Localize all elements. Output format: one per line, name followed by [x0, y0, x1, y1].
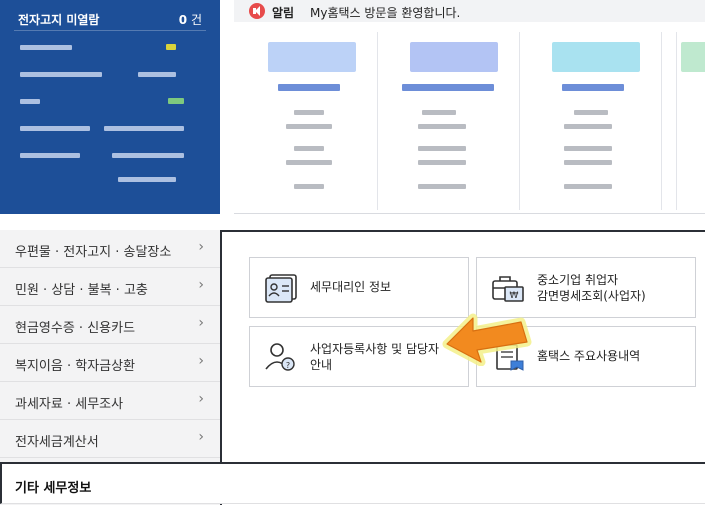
summary-row[interactable] [18, 146, 202, 166]
tile-label: 사업자등록사항 및 담당자 안내 [310, 342, 440, 372]
status-card[interactable] [392, 32, 520, 210]
summary-row[interactable] [18, 92, 202, 112]
status-card[interactable] [250, 32, 378, 210]
notice-bar: 알림 My홈택스 방문을 환영합니다. [234, 0, 705, 22]
menu-item-cash-receipt[interactable]: 현금영수증 · 신용카드 › [0, 306, 220, 344]
unread-notice-count: 0 건 [178, 13, 202, 27]
status-cards [234, 22, 705, 214]
unread-notice-label: 전자고지 미열람 [18, 13, 100, 27]
briefcase-document-icon: ₩ [492, 276, 524, 302]
status-card[interactable] [534, 32, 662, 210]
chevron-right-icon: › [198, 239, 204, 255]
chevron-right-icon: › [198, 391, 204, 407]
menu-item-civil-affairs[interactable]: 민원 · 상담 · 불복 · 고충 › [0, 268, 220, 306]
menu-item-label: 민원 · 상담 · 불복 · 고충 [15, 283, 148, 298]
menu-item-label: 복지이음 · 학자금상환 [15, 359, 136, 374]
menu-item-label: 전자세금계산서 [15, 435, 99, 450]
menu-item-label: 과세자료 · 세무조사 [15, 397, 124, 412]
divider [14, 30, 206, 31]
svg-text:₩: ₩ [510, 291, 519, 301]
tile-label: 세무대리인 정보 [310, 280, 392, 294]
summary-row[interactable] [18, 119, 202, 139]
tile-label: 홈택스 주요사용내역 [537, 349, 641, 363]
id-card-icon [265, 274, 297, 303]
menu-item-label: 기타 세무정보 [15, 481, 92, 496]
menu-item-other-tax-info[interactable]: 기타 세무정보 [0, 462, 705, 504]
page: 전자고지 미열람 0 건 알림 My홈택스 방문을 환영합니다. 우편물 · 전… [0, 0, 705, 505]
highlight-arrow-icon [442, 313, 532, 366]
summary-link[interactable] [18, 170, 202, 190]
tile-label: 중소기업 취업자 감면명세조회(사업자) [537, 273, 646, 303]
summary-row[interactable] [18, 38, 202, 58]
chevron-right-icon: › [198, 429, 204, 445]
speaker-icon [249, 3, 265, 19]
menu-item-label: 우편물 · 전자고지 · 송달장소 [15, 245, 172, 260]
menu-item-mail-notice[interactable]: 우편물 · 전자고지 · 송달장소 › [0, 230, 220, 268]
unread-notice-row[interactable]: 전자고지 미열람 0 건 [18, 8, 202, 28]
summary-panel: 전자고지 미열람 0 건 [0, 0, 220, 214]
person-question-icon: ? [265, 343, 295, 371]
chevron-right-icon: › [198, 315, 204, 331]
status-card[interactable] [676, 32, 705, 210]
notice-tag: 알림 [272, 6, 295, 20]
chevron-right-icon: › [198, 353, 204, 369]
menu-item-e-invoice[interactable]: 전자세금계산서 › [0, 420, 220, 458]
menu-item-welfare[interactable]: 복지이음 · 학자금상환 › [0, 344, 220, 382]
menu-item-label: 현금영수증 · 신용카드 [15, 321, 136, 336]
menu-item-tax-data[interactable]: 과세자료 · 세무조사 › [0, 382, 220, 420]
notice-message: My홈택스 방문을 환영합니다. [310, 6, 461, 20]
svg-text:?: ? [286, 361, 290, 370]
chevron-right-icon: › [198, 277, 204, 293]
summary-row[interactable] [18, 65, 202, 85]
